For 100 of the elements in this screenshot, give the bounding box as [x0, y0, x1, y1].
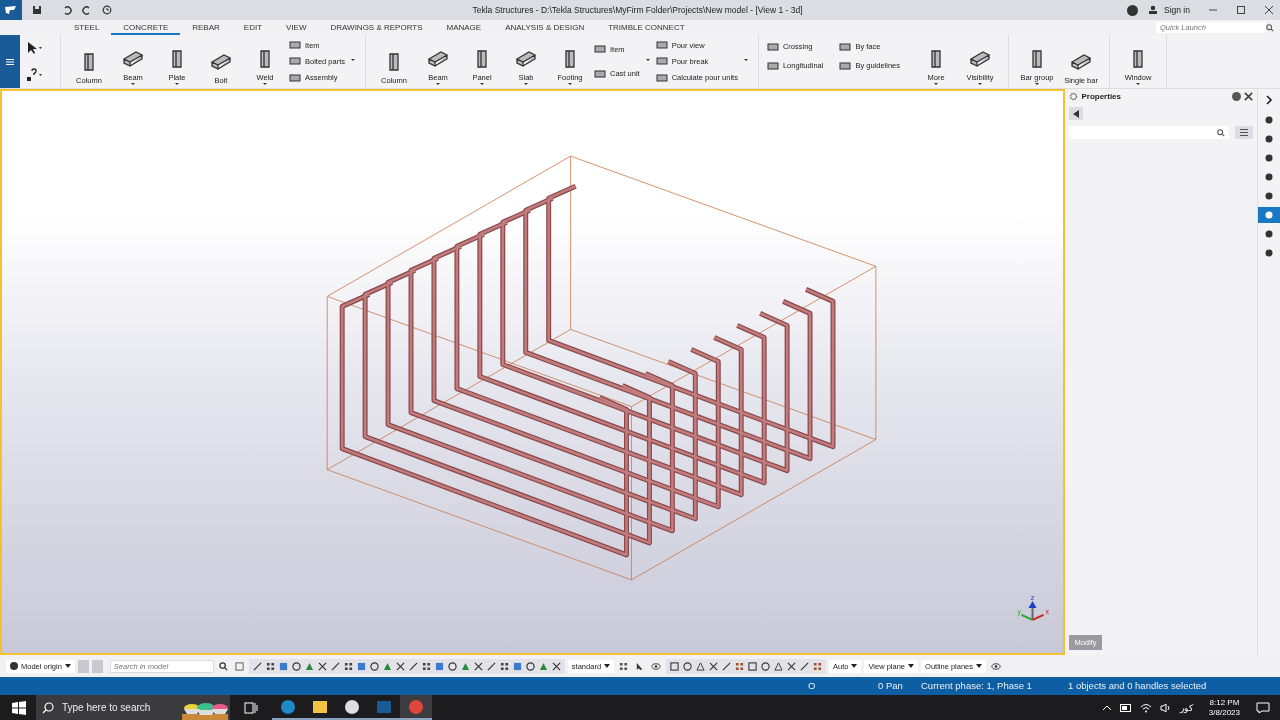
- redo-icon[interactable]: [82, 5, 92, 15]
- wifi-icon[interactable]: [1139, 702, 1152, 713]
- circle-icon[interactable]: [759, 659, 773, 673]
- block-icon: [839, 41, 852, 52]
- circle-icon: [1264, 210, 1274, 220]
- ribbon-tab[interactable]: DRAWINGS & REPORTS: [318, 20, 435, 35]
- help-pointer-icon[interactable]: [26, 67, 42, 82]
- circle-icon: [1264, 134, 1274, 144]
- search-field[interactable]: [1069, 126, 1229, 139]
- undo-icon[interactable]: [62, 5, 72, 15]
- close-icon[interactable]: [1244, 92, 1253, 101]
- clock-date[interactable]: 3/8/2023: [1208, 707, 1240, 718]
- chevron-icon[interactable]: [1265, 95, 1273, 105]
- ribbon-tab[interactable]: VIEW: [274, 20, 319, 35]
- status-text: O: [808, 680, 816, 691]
- caret-icon: [978, 83, 982, 85]
- back-button[interactable]: [1069, 107, 1084, 120]
- status-text: Current phase: 1, Phase 1: [921, 680, 1032, 691]
- block-icon: [655, 72, 668, 83]
- status-text: 1 objects and 0 handles selected: [1068, 680, 1207, 691]
- caret-icon: [480, 83, 485, 85]
- square-icon[interactable]: [746, 659, 760, 673]
- speaker-icon[interactable]: [1159, 702, 1172, 713]
- windows-start-icon[interactable]: [12, 700, 26, 715]
- block-icon: [210, 52, 232, 72]
- task-view-icon[interactable]: [244, 701, 258, 714]
- ribbon-tab[interactable]: STEEL: [62, 20, 112, 35]
- triangle-icon[interactable]: [694, 659, 708, 673]
- save-icon[interactable]: [32, 5, 42, 15]
- axis-indicator-icon: [1020, 600, 1045, 621]
- close-icon[interactable]: [1264, 5, 1274, 15]
- circle-icon[interactable]: [367, 659, 381, 673]
- ribbon-tab[interactable]: EDIT: [231, 20, 275, 35]
- caret-icon: [934, 83, 938, 85]
- block-icon: [289, 72, 301, 83]
- language-indicator[interactable]: کور: [1179, 702, 1193, 713]
- search-icon: [42, 701, 54, 714]
- block-icon: [289, 40, 301, 51]
- caret-icon: [1035, 83, 1039, 85]
- block-icon: [766, 41, 779, 52]
- maximize-icon[interactable]: [1236, 5, 1246, 15]
- back-arrow-icon: [1072, 109, 1081, 118]
- clock-icon[interactable]: [102, 5, 112, 15]
- circle-icon[interactable]: [523, 659, 537, 673]
- circle-icon: [1264, 172, 1274, 182]
- block-icon: [594, 68, 607, 79]
- clock-time[interactable]: 8:12 PM: [1209, 697, 1240, 708]
- block-icon: [122, 49, 144, 69]
- ribbon-tab[interactable]: REBAR: [180, 20, 232, 35]
- caret-icon: [175, 83, 179, 85]
- caret-icon: [263, 83, 267, 85]
- help-icon[interactable]: [1232, 92, 1241, 101]
- block-icon: [594, 44, 607, 55]
- menu-icon[interactable]: [6, 58, 14, 65]
- help-icon[interactable]: [1127, 4, 1138, 16]
- caret-icon: [568, 83, 573, 85]
- user-icon: [1148, 5, 1158, 15]
- app-icon: [312, 698, 328, 715]
- battery-icon[interactable]: [1119, 703, 1132, 712]
- circle-icon[interactable]: [681, 659, 695, 673]
- search-icon[interactable]: [216, 659, 230, 673]
- circle-icon: [1264, 115, 1274, 125]
- block-icon: [1070, 52, 1092, 72]
- circle-icon[interactable]: [445, 659, 459, 673]
- circle-icon: [1264, 191, 1274, 201]
- triangle-icon[interactable]: [772, 659, 786, 673]
- circle-icon[interactable]: [289, 659, 303, 673]
- ribbon-tab[interactable]: MANAGE: [434, 20, 494, 35]
- block-icon: [515, 49, 538, 69]
- app-icon: [280, 698, 296, 715]
- square-icon[interactable]: [668, 659, 682, 673]
- block-icon: [766, 61, 779, 71]
- ribbon-tab[interactable]: ANALYSIS & DESIGN: [493, 20, 597, 35]
- taskbar-search-field[interactable]: Type here to search: [36, 695, 230, 720]
- search-icon: [1266, 23, 1274, 32]
- block-icon: [655, 56, 668, 67]
- circle-icon: [1264, 229, 1274, 239]
- window-title: Tekla Structures - D:\Tekla Structures\MyFirm Folder\Projects\New model - [View 1 - 3d]: [471, 5, 804, 15]
- app-logo-icon[interactable]: [0, 0, 22, 20]
- sign-in-link[interactable]: Sign in: [1164, 5, 1190, 15]
- app-icon: [376, 698, 392, 715]
- block-icon: [655, 40, 668, 51]
- caret-icon[interactable]: [351, 59, 356, 61]
- ribbon-tab[interactable]: TRIMBLE CONNECT: [596, 20, 697, 35]
- panel-title: Properties: [1081, 92, 1122, 101]
- caret-icon[interactable]: [743, 59, 748, 61]
- notification-icon[interactable]: [1256, 701, 1270, 714]
- circle-icon: [1264, 248, 1274, 258]
- circle-icon: [1264, 153, 1274, 163]
- pointer-icon[interactable]: [26, 41, 42, 56]
- caret-icon: [524, 83, 529, 85]
- block-icon: [427, 49, 450, 69]
- block-icon: [969, 49, 991, 69]
- search-icon: [1217, 128, 1225, 137]
- gear-icon: [1069, 92, 1079, 101]
- caret-icon: [436, 83, 441, 85]
- caret-icon[interactable]: [645, 59, 650, 61]
- caret-icon: [1136, 83, 1140, 85]
- chevron-up-icon[interactable]: [1101, 704, 1112, 711]
- list-view-button[interactable]: [1235, 126, 1253, 139]
